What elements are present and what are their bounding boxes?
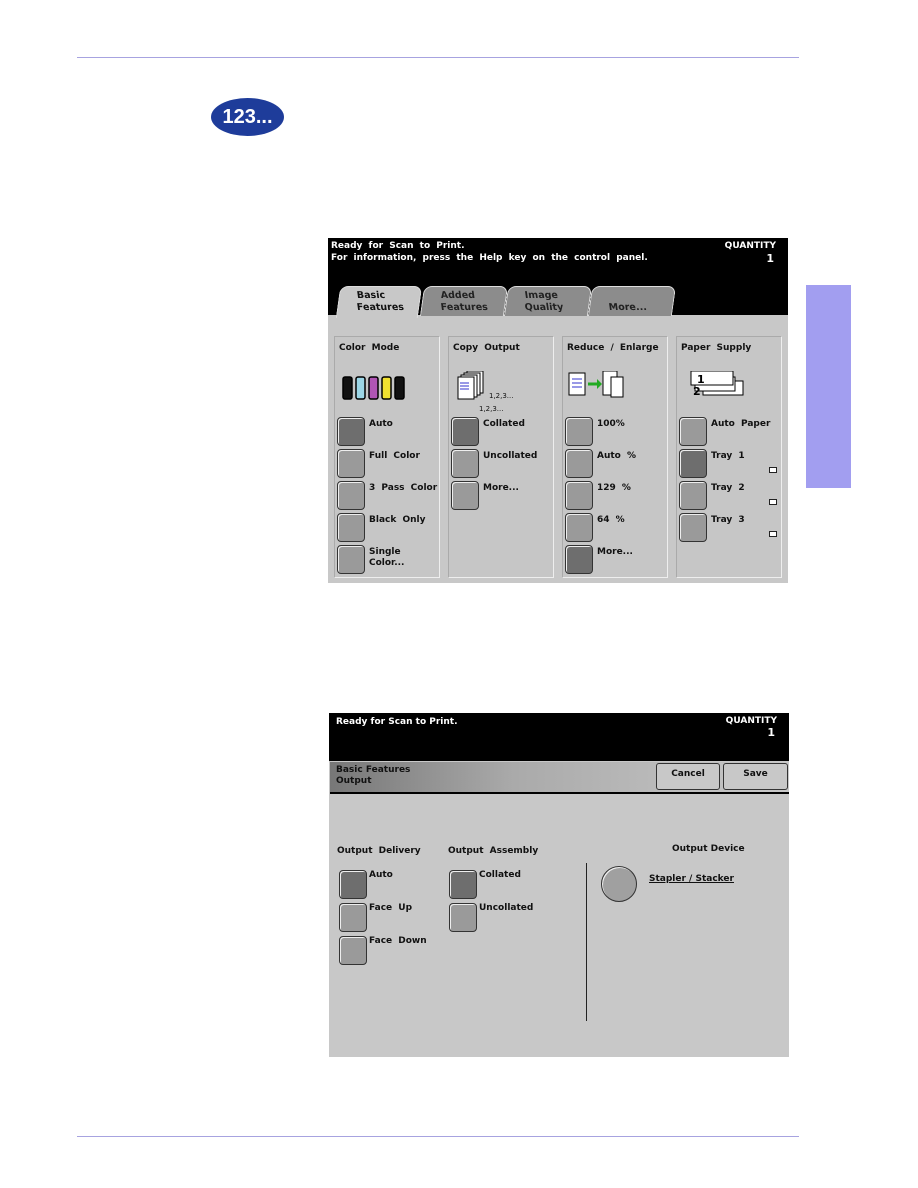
stapler-stacker-button[interactable] [601, 866, 637, 902]
tab-added-features[interactable]: Added Features [419, 286, 509, 316]
reduce-enlarge-icon [567, 370, 637, 401]
basic-features-screen: Ready for Scan to Print. For information… [328, 238, 788, 583]
status-line-1: Ready for Scan to Print. [331, 241, 465, 251]
tray-2-button[interactable] [679, 481, 707, 510]
status-bar: Ready for Scan to Print. QUANTITY 1 [329, 713, 789, 761]
tab-image-quality[interactable]: Image Quality [503, 286, 593, 316]
toner-bottles-icon [339, 371, 409, 401]
auto-paper-label: Auto Paper [711, 419, 771, 429]
bottom-rule [77, 1136, 799, 1137]
status-line: Ready for Scan to Print. [336, 717, 458, 727]
assembly-collated-button[interactable] [449, 870, 477, 899]
more-label: More... [597, 547, 633, 557]
uncollated-label: Uncollated [483, 451, 538, 461]
delivery-face-up-label: Face Up [369, 903, 413, 913]
tray-3-label: Tray 3 [711, 515, 745, 525]
assembly-uncollated-label: Uncollated [479, 903, 534, 913]
save-button[interactable]: Save [723, 763, 788, 790]
divider [586, 863, 587, 1021]
steps-badge-icon: 1 2 3... [211, 98, 284, 136]
paper-trays-icon: 12 [681, 370, 751, 401]
delivery-auto-button[interactable] [339, 870, 367, 899]
uncollated-button[interactable] [451, 449, 479, 478]
quantity-value: 1 [766, 252, 774, 265]
svg-text:2: 2 [693, 385, 701, 398]
output-assembly-heading: Output Assembly [448, 846, 539, 856]
stapler-stacker-label[interactable]: Stapler / Stacker [649, 874, 734, 885]
assembly-uncollated-button[interactable] [449, 903, 477, 932]
full-color-label: Full Color [369, 451, 420, 461]
paper-tray-indicator-icon [769, 467, 777, 473]
auto-label: Auto % [597, 451, 637, 461]
auto-button[interactable] [565, 449, 593, 478]
more-label: More... [483, 483, 519, 493]
quantity-value: 1 [767, 726, 775, 739]
64-label: 64 % [597, 515, 625, 525]
129-button[interactable] [565, 481, 593, 510]
black-only-label: Black Only [369, 515, 426, 525]
panel-title: Color Mode [339, 343, 400, 353]
output-device-heading: Output Device [672, 844, 745, 854]
paper-tray-indicator-icon [769, 499, 777, 505]
tray-3-button[interactable] [679, 513, 707, 542]
panel-paper-supply: Paper Supply 1 2 Auto Paper Tray 1 Tray 2 Tray… [676, 336, 782, 578]
100-button[interactable] [565, 417, 593, 446]
collated-button[interactable] [451, 417, 479, 446]
panel-title: Paper Supply [681, 343, 752, 353]
panel-copy-output: Copy Output 1,2,3... 1,2,3... Collated Uncol… [448, 336, 554, 578]
single-color-label: Single Color... [369, 547, 405, 568]
assembly-collated-label: Collated [479, 870, 521, 880]
delivery-auto-label: Auto [369, 870, 393, 880]
single-color-button[interactable] [337, 545, 365, 574]
panel-color-mode: Color Mode Auto Full Color 3 Pass Color Blac… [334, 336, 440, 578]
tray-1-label: Tray 1 [711, 451, 745, 461]
3-pass-color-label: 3 Pass Color [369, 483, 438, 493]
title-bar: Basic Features Output Cancel Save [330, 762, 789, 794]
tab-more[interactable]: More... [587, 286, 677, 316]
3-pass-color-button[interactable] [337, 481, 365, 510]
status-bar: Ready for Scan to Print. For information… [328, 238, 788, 318]
cancel-button[interactable]: Cancel [656, 763, 720, 790]
paper-tray-indicator-icon [769, 531, 777, 537]
collated-pages-icon [453, 370, 493, 401]
output-delivery-heading: Output Delivery [337, 846, 421, 856]
panel-title: Copy Output [453, 343, 520, 353]
black-only-button[interactable] [337, 513, 365, 542]
tray-1-button[interactable] [679, 449, 707, 478]
more-button[interactable] [451, 481, 479, 510]
auto-paper-button[interactable] [679, 417, 707, 446]
chapter-tab [806, 285, 851, 488]
output-screen: Ready for Scan to Print. QUANTITY 1 Basi… [329, 713, 789, 1057]
full-color-button[interactable] [337, 449, 365, 478]
panel-title: Reduce / Enlarge [567, 343, 659, 353]
panel-reduce-enlarge: Reduce / Enlarge 100% Auto % 129 % 64 % More.… [562, 336, 668, 578]
status-line-2: For information, press the Help key on t… [331, 253, 648, 263]
auto-button[interactable] [337, 417, 365, 446]
64-button[interactable] [565, 513, 593, 542]
auto-label: Auto [369, 419, 393, 429]
collation-text-1: 1,2,3... [489, 392, 514, 400]
collation-text-2: 1,2,3... [479, 405, 504, 413]
100-label: 100% [597, 419, 625, 429]
delivery-face-down-button[interactable] [339, 936, 367, 965]
delivery-face-down-label: Face Down [369, 936, 427, 946]
delivery-face-up-button[interactable] [339, 903, 367, 932]
collated-label: Collated [483, 419, 525, 429]
quantity-label: QUANTITY [724, 241, 776, 251]
top-rule [77, 57, 799, 58]
129-label: 129 % [597, 483, 631, 493]
tray-2-label: Tray 2 [711, 483, 745, 493]
tab-basic-features[interactable]: Basic Features [335, 286, 423, 318]
more-button[interactable] [565, 545, 593, 574]
